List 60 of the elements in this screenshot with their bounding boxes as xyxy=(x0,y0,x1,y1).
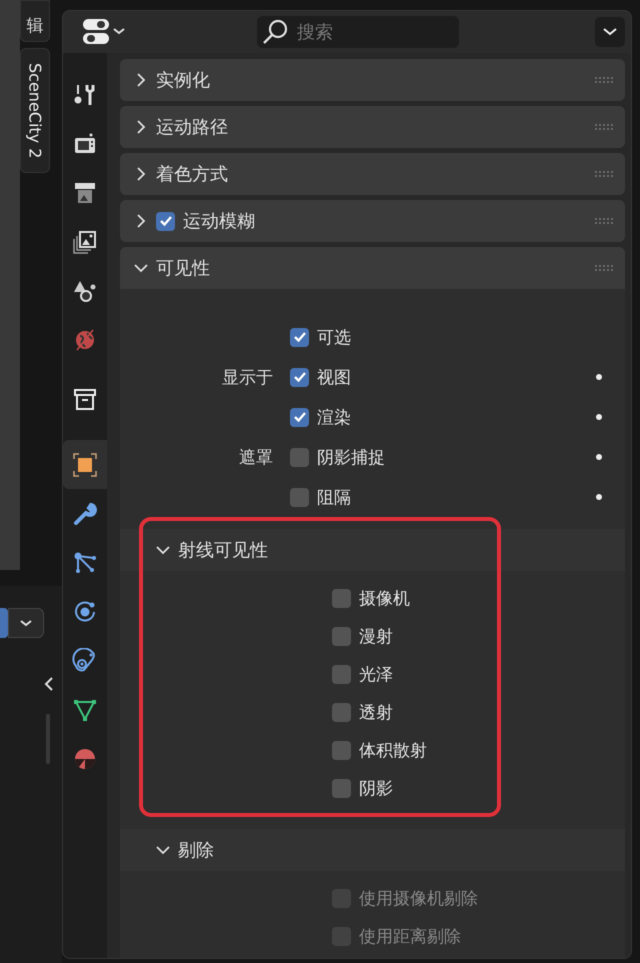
keyframe-dot-icon[interactable] xyxy=(596,414,602,420)
dropdown-button[interactable] xyxy=(8,608,44,638)
drag-handle-icon[interactable] xyxy=(593,170,615,178)
editor-tab[interactable]: SceneCity 2 xyxy=(20,48,50,174)
checkbox[interactable] xyxy=(332,626,351,646)
drag-handle-icon[interactable] xyxy=(593,217,615,225)
checkbox[interactable] xyxy=(290,368,309,386)
orbit-icon xyxy=(72,598,98,624)
box-icon xyxy=(72,386,98,412)
checkbox[interactable] xyxy=(332,588,351,608)
panel-header[interactable]: 着色方式 xyxy=(120,153,625,195)
checkbox[interactable] xyxy=(290,328,309,346)
image-stack-icon xyxy=(72,228,98,254)
checkbox[interactable] xyxy=(290,488,309,506)
properties-tab[interactable] xyxy=(63,440,107,489)
keyframe-dot-icon[interactable] xyxy=(596,494,602,500)
checkbox[interactable] xyxy=(332,740,351,760)
search-field[interactable]: 搜索 xyxy=(257,16,459,48)
drag-handle-icon[interactable] xyxy=(593,264,615,272)
options-dropdown[interactable] xyxy=(595,17,625,47)
checkbox[interactable] xyxy=(332,702,351,722)
checkbox[interactable] xyxy=(156,212,175,230)
group-label: 遮罩 xyxy=(239,448,273,468)
checkbox-label: 使用距离剔除 xyxy=(359,926,461,948)
panel-header[interactable]: 实例化 xyxy=(120,59,625,101)
checkbox-label: 体积散射 xyxy=(359,740,427,762)
wrench-icon xyxy=(72,500,98,526)
checkbox-label: 阴影捕捉 xyxy=(317,446,385,468)
group-label: 显示于 xyxy=(222,368,273,388)
particles-icon xyxy=(72,550,98,576)
checkbox-label: 阻隔 xyxy=(317,486,351,508)
checkbox-label: 视图 xyxy=(317,366,351,388)
chevron-down-icon xyxy=(19,618,33,628)
toggle-button[interactable] xyxy=(0,608,8,638)
checkbox[interactable] xyxy=(332,778,351,798)
checkbox-label: 漫射 xyxy=(359,626,393,648)
chevron-down-icon xyxy=(602,27,618,37)
checkbox-label: 可选 xyxy=(317,326,351,348)
checkbox-label: 渲染 xyxy=(317,406,351,428)
subpanel-header[interactable]: 射线可见性 xyxy=(120,529,625,571)
checkbox[interactable] xyxy=(290,408,309,426)
checkbox-label: 光泽 xyxy=(359,664,393,686)
checkbox-label: 摄像机 xyxy=(359,588,410,610)
checkbox[interactable] xyxy=(332,664,351,684)
checkbox-label: 阴影 xyxy=(359,778,393,800)
panel-header[interactable]: 可见性 xyxy=(120,247,625,289)
panel-header[interactable]: 运动模糊 xyxy=(120,200,625,242)
keyframe-dot-icon[interactable] xyxy=(596,454,602,460)
panel-header[interactable]: 运动路径 xyxy=(120,106,625,148)
drag-handle-icon[interactable] xyxy=(593,76,615,84)
checkbox[interactable] xyxy=(290,448,309,466)
checkbox-label: 透射 xyxy=(359,702,393,724)
constraint-icon xyxy=(72,648,98,674)
keyframe-dot-icon[interactable] xyxy=(596,374,602,380)
subpanel-header[interactable]: 剔除 xyxy=(120,829,625,871)
drag-handle-icon[interactable] xyxy=(593,123,615,131)
editor-tab[interactable]: 辑 xyxy=(20,0,50,42)
checkbox-label: 使用摄像机剔除 xyxy=(359,888,478,910)
object-icon xyxy=(72,452,98,478)
search-icon xyxy=(261,18,289,46)
